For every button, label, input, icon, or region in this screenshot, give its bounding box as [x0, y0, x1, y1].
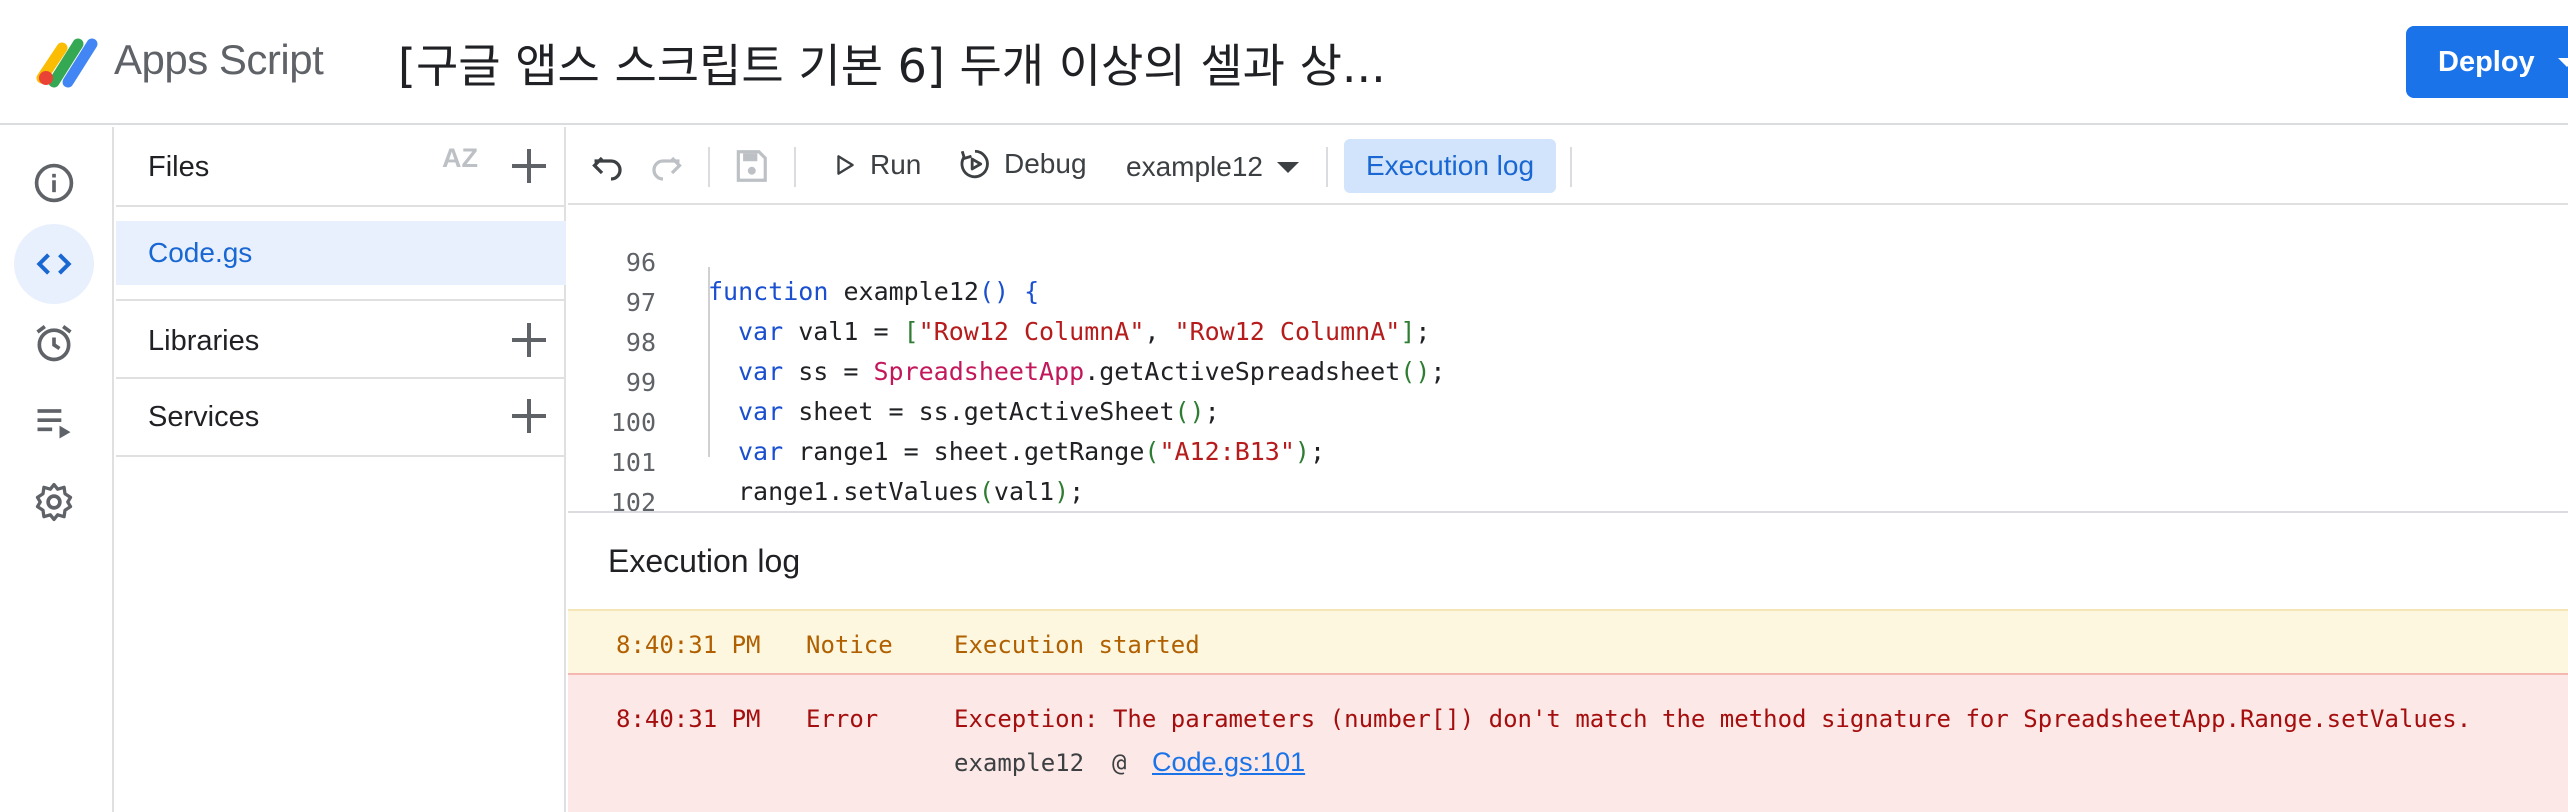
editor-toolbar: Run Debug example12 Execution log [568, 127, 2568, 205]
info-icon [34, 163, 74, 203]
log-entry-error: 8:40:31 PM Error Exception: The paramete… [568, 673, 2568, 812]
file-item-code-gs[interactable]: Code.gs [116, 221, 566, 285]
save-icon[interactable] [732, 147, 770, 185]
triggers-button[interactable] [14, 303, 94, 383]
executions-button[interactable] [14, 382, 94, 462]
files-panel: Files AZ Code.gs Libraries Services [116, 127, 566, 812]
dropdown-caret-icon [1276, 161, 1299, 173]
stack-trace-function: example12 [954, 749, 1085, 777]
toolbar-divider [1570, 147, 1572, 187]
code-line: 98 var ss = SpreadsheetApp.getActiveSpre… [568, 299, 2568, 386]
services-label: Services [148, 401, 260, 433]
toolbar-divider [1326, 147, 1328, 187]
stack-trace-link[interactable]: Code.gs:101 [1152, 747, 1305, 778]
log-level: Notice [806, 631, 893, 659]
code-line: 97 var val1 = ["Row12 ColumnA", "Row12 C… [568, 259, 2568, 346]
line-number: 102 [610, 488, 656, 511]
log-message: Execution started [954, 631, 1200, 659]
run-label: Run [870, 149, 922, 180]
undo-icon[interactable] [590, 149, 626, 185]
libraries-row: Libraries [116, 299, 566, 379]
code-line: 100 var range1 = sheet.getRange("A12:B13… [568, 379, 2568, 466]
redo-icon[interactable] [648, 149, 684, 185]
dropdown-caret-icon [2558, 58, 2568, 67]
editor-button[interactable] [14, 224, 94, 304]
stack-trace-separator: @ [1112, 749, 1127, 777]
log-entry-notice: 8:40:31 PM Notice Execution started [568, 609, 2568, 673]
apps-script-logo[interactable] [36, 30, 102, 90]
code-line: 96 function example12() { [568, 219, 2568, 306]
add-file-plus-icon[interactable] [512, 149, 546, 183]
code-line: 101 range1.setValues(val1); [568, 419, 2568, 506]
execution-log-title: Execution log [608, 543, 801, 579]
log-message: Exception: The parameters (number[]) don… [954, 705, 2472, 733]
left-navigation-rail [0, 127, 114, 812]
project-title[interactable]: [구글 앱스 스크립트 기본 6] 두개 이상의 셀과 상... [398, 30, 1386, 96]
debug-label: Debug [1004, 148, 1087, 179]
code-editor[interactable]: 96 function example12() { 97 var val1 = … [568, 207, 2568, 511]
gear-icon [35, 482, 73, 522]
play-icon [837, 155, 854, 175]
log-time: 8:40:31 PM [616, 705, 761, 733]
code-line: 102 } [568, 459, 2568, 511]
add-library-plus-icon[interactable] [512, 323, 546, 357]
code-line: 99 var sheet = ss.getActiveSheet(); [568, 339, 2568, 426]
code-icon [36, 253, 72, 275]
execution-log-button[interactable]: Execution log [1344, 139, 1556, 193]
debug-icon [960, 149, 989, 179]
settings-button[interactable] [14, 462, 94, 542]
files-header: Files AZ [116, 127, 566, 207]
log-time: 8:40:31 PM [616, 631, 761, 659]
run-button[interactable]: Run [832, 149, 921, 181]
executions-icon [37, 409, 71, 439]
log-level: Error [806, 705, 879, 733]
add-service-plus-icon[interactable] [512, 399, 546, 433]
app-header: Apps Script [구글 앱스 스크립트 기본 6] 두개 이상의 셀과 … [0, 0, 2568, 125]
toolbar-divider [708, 147, 710, 187]
libraries-label: Libraries [148, 325, 260, 357]
function-name: example12 [1126, 151, 1263, 182]
overview-button[interactable] [14, 143, 94, 223]
execution-log-panel: Execution log 8:40:31 PM Notice Executio… [568, 511, 2568, 812]
brand-name: Apps Script [114, 36, 324, 83]
alarm-clock-icon [36, 325, 72, 362]
deploy-label: Deploy [2438, 46, 2535, 78]
function-selector[interactable]: example12 [1126, 151, 1299, 183]
sort-az-icon[interactable]: AZ [442, 143, 478, 174]
files-label: Files [148, 151, 210, 183]
services-row: Services [116, 379, 566, 457]
debug-button[interactable]: Debug [958, 147, 1087, 181]
file-name: Code.gs [148, 237, 253, 268]
deploy-button[interactable]: Deploy [2406, 26, 2568, 98]
toolbar-divider [794, 147, 796, 187]
